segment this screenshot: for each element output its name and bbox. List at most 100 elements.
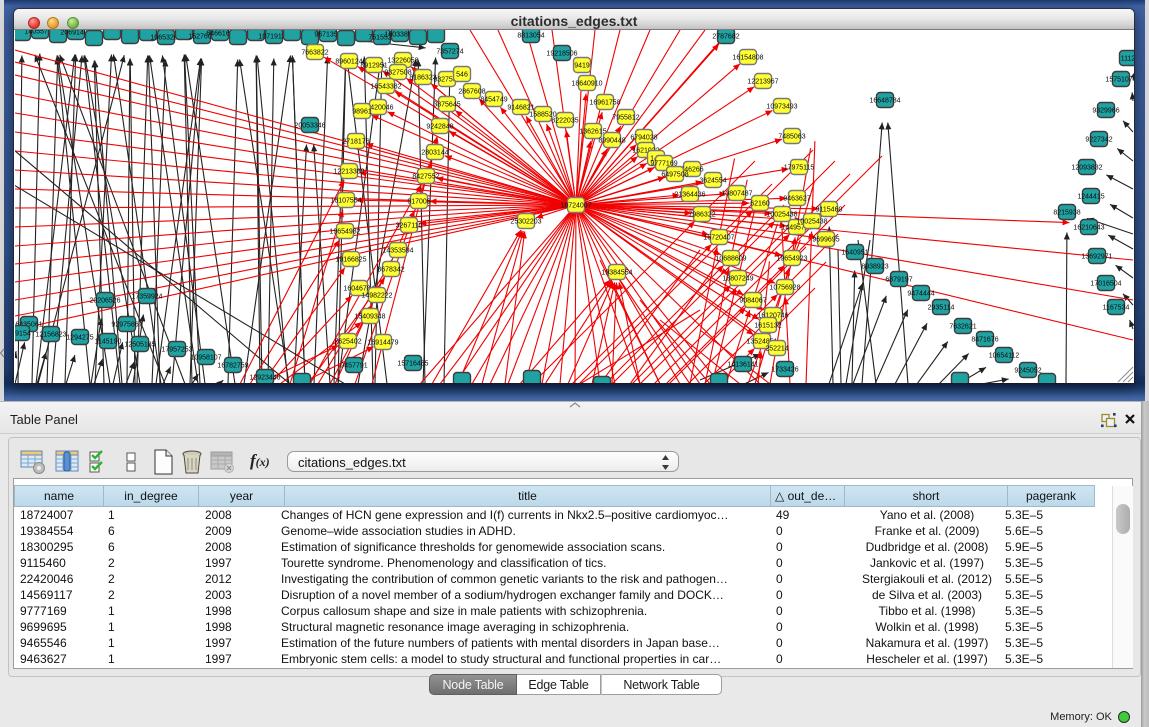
svg-text:7625402: 7625402 [334, 339, 361, 346]
svg-text:20206526: 20206526 [89, 298, 120, 305]
svg-text:16648784: 16648784 [869, 98, 900, 105]
svg-text:17957253: 17957253 [161, 347, 192, 354]
svg-text:15409348: 15409348 [354, 314, 385, 321]
svg-text:8813054: 8813054 [517, 33, 544, 40]
svg-text:9227342: 9227342 [1085, 137, 1112, 144]
svg-text:1112: 1112 [1121, 56, 1134, 63]
svg-text:1244415: 1244415 [1077, 194, 1104, 201]
svg-text:12213967: 12213967 [747, 79, 778, 86]
svg-text:19654982: 19654982 [329, 229, 360, 236]
svg-text:10025438: 10025438 [796, 219, 827, 226]
svg-text:9457791: 9457791 [340, 363, 367, 370]
svg-text:10654112: 10654112 [989, 353, 1020, 360]
svg-text:10807487: 10807487 [721, 191, 752, 198]
svg-text:13692971: 13692971 [1081, 254, 1112, 261]
svg-text:14982222: 14982222 [361, 293, 392, 300]
svg-text:8454749: 8454749 [480, 97, 507, 104]
svg-text:17975115: 17975115 [784, 165, 815, 172]
svg-text:8990448: 8990448 [598, 138, 625, 145]
svg-text:6879197: 6879197 [885, 277, 912, 284]
svg-text:12093832: 12093832 [1071, 165, 1102, 172]
svg-text:6794028: 6794028 [630, 135, 657, 142]
svg-text:17359924: 17359924 [131, 294, 162, 301]
svg-text:10688609: 10688609 [715, 256, 746, 263]
svg-text:18724007: 18724007 [560, 203, 591, 210]
svg-text:16107554: 16107554 [330, 198, 361, 205]
svg-text:62160: 62160 [750, 201, 770, 208]
svg-text:10958107: 10958107 [190, 355, 221, 362]
svg-text:7632621: 7632621 [949, 324, 976, 331]
svg-text:13226058: 13226058 [387, 58, 418, 65]
svg-text:39154: 39154 [15, 331, 31, 338]
svg-text:19384554: 19384554 [601, 270, 632, 277]
svg-text:9115460: 9115460 [816, 207, 843, 214]
svg-text:19166825: 19166825 [335, 257, 366, 264]
svg-text:9327508: 9327508 [384, 70, 411, 77]
svg-text:16961758: 16961758 [589, 100, 620, 107]
svg-text:15720407: 15720407 [703, 235, 734, 242]
svg-text:9242848: 9242848 [426, 124, 453, 131]
svg-text:8471676: 8471676 [971, 337, 998, 344]
svg-text:9699695: 9699695 [812, 237, 839, 244]
svg-text:14136141: 14136141 [727, 362, 758, 369]
svg-text:20053346: 20053346 [294, 123, 325, 130]
svg-text:12923448: 12923448 [249, 375, 280, 382]
svg-text:2935114: 2935114 [928, 305, 955, 312]
svg-text:10025438: 10025438 [766, 212, 797, 219]
svg-text:16154808: 16154808 [732, 55, 763, 62]
svg-text:16914479: 16914479 [367, 340, 398, 347]
svg-text:19218506: 19218506 [546, 51, 577, 58]
svg-text:9329966: 9329966 [1092, 108, 1119, 115]
svg-text:10756928: 10756928 [769, 285, 800, 292]
svg-text:917006: 917006 [407, 199, 430, 206]
svg-text:3624554: 3624554 [699, 178, 726, 185]
svg-text:16782759: 16782759 [217, 363, 248, 370]
svg-text:8938923: 8938923 [861, 264, 888, 271]
svg-text:18640910: 18640910 [571, 81, 602, 88]
svg-text:9474444: 9474444 [907, 291, 934, 298]
svg-text:8912951: 8912951 [360, 63, 387, 70]
svg-text:1640951: 1640951 [841, 250, 868, 257]
svg-text:15716485: 15716485 [397, 361, 428, 368]
svg-text:17016504: 17016504 [1090, 281, 1121, 288]
svg-text:7663822: 7663822 [301, 50, 328, 57]
svg-text:9084067: 9084067 [739, 298, 766, 305]
svg-text:1733426: 1733426 [771, 367, 798, 374]
svg-text:18807249: 18807249 [722, 276, 753, 283]
svg-text:8215938: 8215938 [1053, 210, 1080, 217]
svg-text:2803144: 2803144 [421, 150, 448, 157]
svg-text:1167534: 1167534 [1103, 305, 1130, 312]
svg-text:14353594: 14353594 [382, 248, 413, 255]
svg-text:15751074: 15751074 [1105, 77, 1134, 84]
svg-text:3267110: 3267110 [396, 223, 423, 230]
svg-text:25302203: 25302203 [510, 219, 541, 226]
svg-text:1145190: 1145190 [95, 339, 122, 346]
svg-text:2787682: 2787682 [712, 34, 739, 41]
svg-text:7357274: 7357274 [436, 49, 463, 56]
svg-text:2867608: 2867608 [458, 89, 485, 96]
svg-text:12213389: 12213389 [333, 169, 364, 176]
svg-text:1615132: 1615132 [754, 323, 781, 330]
svg-text:7485063: 7485063 [778, 134, 805, 141]
svg-text:2718176: 2718176 [342, 139, 369, 146]
svg-text:16210643: 16210643 [1073, 225, 1104, 232]
svg-text:9146821: 9146821 [507, 105, 534, 112]
svg-text:7986322: 7986322 [688, 212, 715, 219]
svg-text:546: 546 [456, 72, 468, 79]
svg-text:98961: 98961 [352, 109, 372, 116]
svg-text:12156823: 12156823 [35, 332, 66, 339]
svg-text:3875645: 3875645 [433, 102, 460, 109]
svg-text:1362615: 1362615 [579, 129, 606, 136]
svg-text:92975867: 92975867 [111, 322, 142, 329]
svg-text:6497508: 6497508 [661, 172, 688, 179]
svg-text:8427552: 8427552 [412, 174, 439, 181]
svg-text:8222035: 8222035 [551, 118, 578, 125]
svg-text:19654923: 19654923 [776, 256, 807, 263]
svg-text:10973493: 10973493 [766, 104, 797, 111]
svg-text:9419: 9419 [574, 63, 590, 70]
svg-text:8678342: 8678342 [377, 267, 404, 274]
svg-text:1294275: 1294275 [66, 335, 93, 342]
svg-text:7955812: 7955812 [612, 115, 639, 122]
svg-text:9245052: 9245052 [1014, 368, 1041, 375]
svg-text:21364436: 21364436 [674, 192, 705, 199]
